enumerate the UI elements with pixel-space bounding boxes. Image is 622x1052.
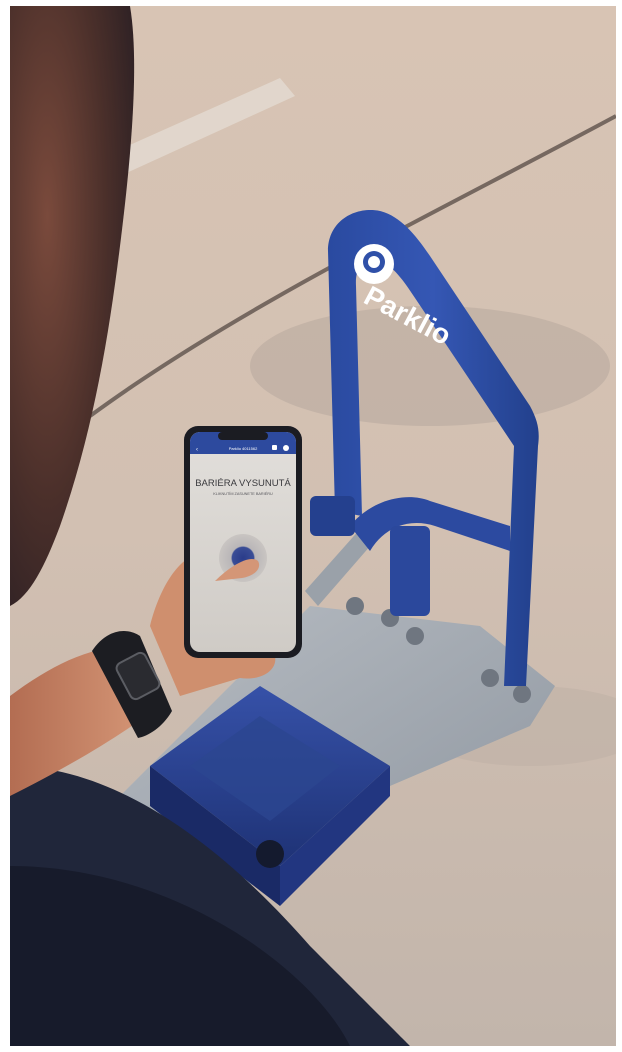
photo-scene: Parklio ‹ Parklio 4011562 BARIÉRA VYSUNU… — [10, 6, 616, 1046]
barrier-status-subtitle: KLIKNUTÍM ZASUNETE BARIÉRU — [213, 491, 273, 496]
back-icon[interactable]: ‹ — [196, 447, 198, 453]
gear-icon[interactable] — [283, 445, 289, 451]
phone-header-title: Parklio 4011562 — [229, 446, 258, 451]
parklio-logo-icon — [354, 244, 394, 284]
lock-icon[interactable] — [272, 445, 277, 450]
barrier-status-title: BARIÉRA VYSUNUTÁ — [195, 478, 291, 489]
photo-frame: Parklio ‹ Parklio 4011562 BARIÉRA VYSUNU… — [10, 6, 616, 1046]
smartphone: ‹ Parklio 4011562 BARIÉRA VYSUNUTÁ KLIKN… — [184, 426, 302, 658]
phone-notch — [218, 432, 268, 440]
